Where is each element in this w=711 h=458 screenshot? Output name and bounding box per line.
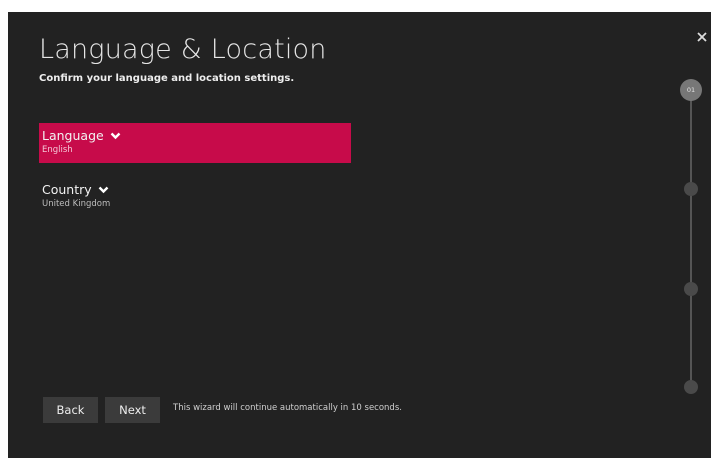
language-setting[interactable]: Language English: [39, 123, 351, 163]
step-indicator: [684, 182, 698, 196]
back-button[interactable]: Back: [43, 397, 98, 423]
country-label-row: Country: [42, 182, 351, 197]
country-label: Country: [42, 182, 92, 197]
auto-continue-message: This wizard will continue automatically …: [173, 403, 402, 413]
step-indicator: [684, 380, 698, 394]
country-setting[interactable]: Country United Kingdom: [39, 177, 351, 217]
chevron-down-icon: [98, 186, 109, 193]
language-label: Language: [42, 128, 104, 143]
chevron-down-icon: [110, 132, 121, 139]
language-label-row: Language: [42, 128, 351, 143]
page-subtitle: Confirm your language and location setti…: [39, 73, 295, 84]
page-title: Language & Location: [39, 34, 327, 65]
close-icon[interactable]: [696, 31, 708, 43]
language-value: English: [42, 145, 73, 155]
setup-wizard-screen: Language & Location Confirm your languag…: [8, 12, 711, 458]
country-value: United Kingdom: [42, 199, 111, 209]
step-indicator-current: 01: [680, 79, 702, 101]
stepper-track: [690, 92, 692, 388]
step-indicator: [684, 282, 698, 296]
next-button[interactable]: Next: [105, 397, 160, 423]
